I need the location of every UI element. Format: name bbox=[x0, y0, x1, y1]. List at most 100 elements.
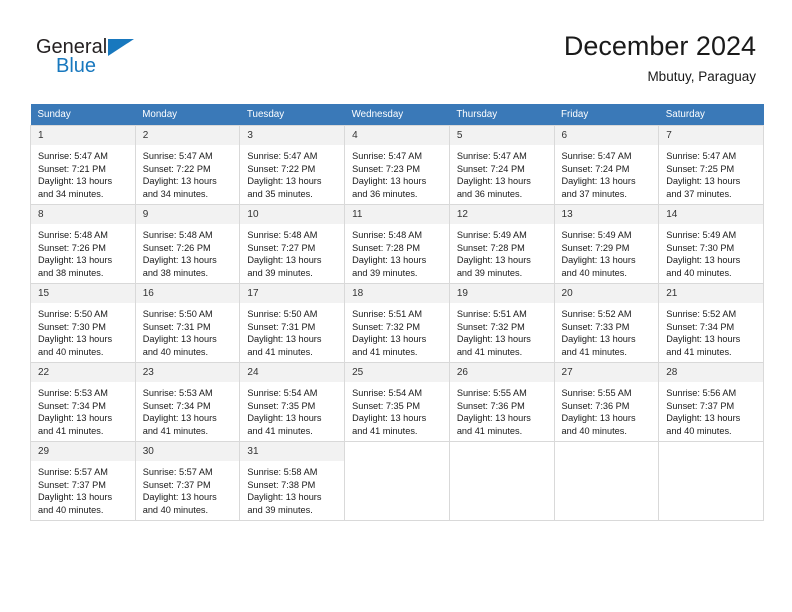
daylight-text-line2: and 40 minutes. bbox=[561, 425, 627, 436]
day-number: 16 bbox=[135, 284, 240, 303]
calendar-day-cell[interactable]: 26 Sunrise: 5:55 AM Sunset: 7:36 PM Dayligh… bbox=[448, 362, 555, 442]
calendar-day-cell[interactable]: 27 Sunrise: 5:55 AM Sunset: 7:36 PM Dayligh… bbox=[553, 362, 660, 442]
daylight-text-line2: and 41 minutes. bbox=[352, 346, 418, 357]
sunset-text: Sunset: 7:22 PM bbox=[247, 163, 316, 174]
daylight-text-line2: and 41 minutes. bbox=[247, 425, 313, 436]
calendar-day-cell[interactable]: 16 Sunrise: 5:50 AM Sunset: 7:31 PM Dayligh… bbox=[134, 283, 241, 363]
general-blue-logo[interactable]: General Blue bbox=[36, 36, 176, 84]
calendar-day-cell[interactable]: 6 Sunrise: 5:47 AM Sunset: 7:24 PM Daylight… bbox=[553, 125, 660, 205]
sunrise-text: Sunrise: 5:50 AM bbox=[247, 309, 318, 319]
daylight-text-line1: Daylight: 13 hours bbox=[142, 492, 217, 503]
day-sun-info: Sunrise: 5:52 AM Sunset: 7:33 PM Daylight:… bbox=[555, 303, 659, 358]
day-number: 5 bbox=[449, 126, 554, 145]
daylight-text-line2: and 40 minutes. bbox=[666, 267, 732, 278]
day-number: 29 bbox=[31, 442, 135, 461]
day-sun-info: Sunrise: 5:48 AM Sunset: 7:26 PM Daylight:… bbox=[136, 224, 240, 279]
day-sun-info: Sunrise: 5:51 AM Sunset: 7:32 PM Daylight:… bbox=[450, 303, 554, 358]
sunrise-text: Sunrise: 5:47 AM bbox=[142, 151, 213, 161]
day-number: 8 bbox=[31, 205, 135, 224]
sunset-text: Sunset: 7:22 PM bbox=[142, 163, 211, 174]
sunrise-text: Sunrise: 5:47 AM bbox=[247, 151, 318, 161]
calendar-day-cell[interactable]: 1 Sunrise: 5:47 AM Sunset: 7:21 PM Daylight… bbox=[30, 125, 136, 205]
day-number: 30 bbox=[135, 442, 240, 461]
page-title: December 2024 bbox=[563, 31, 756, 61]
weekday-header-friday: Friday bbox=[554, 104, 659, 126]
calendar-day-cell[interactable]: 8 Sunrise: 5:48 AM Sunset: 7:26 PM Daylight… bbox=[30, 204, 136, 284]
day-number: 27 bbox=[554, 363, 659, 382]
sunset-text: Sunset: 7:32 PM bbox=[456, 321, 525, 332]
sunrise-text: Sunrise: 5:51 AM bbox=[352, 309, 423, 319]
calendar-day-cell[interactable]: 3 Sunrise: 5:47 AM Sunset: 7:22 PM Daylight… bbox=[239, 125, 346, 205]
daylight-text-line1: Daylight: 13 hours bbox=[666, 413, 741, 424]
weekday-header-monday: Monday bbox=[135, 104, 240, 126]
daylight-text-line2: and 40 minutes. bbox=[666, 425, 732, 436]
daylight-text-line1: Daylight: 13 hours bbox=[38, 176, 113, 187]
calendar-day-cell[interactable]: 31 Sunrise: 5:58 AM Sunset: 7:38 PM Dayligh… bbox=[239, 441, 346, 521]
day-sun-info: Sunrise: 5:47 AM Sunset: 7:22 PM Daylight:… bbox=[136, 145, 240, 200]
calendar-day-cell[interactable]: 20 Sunrise: 5:52 AM Sunset: 7:33 PM Dayligh… bbox=[553, 283, 660, 363]
calendar-week-row: 22 Sunrise: 5:53 AM Sunset: 7:34 PM Dayligh… bbox=[30, 362, 764, 442]
daylight-text-line1: Daylight: 13 hours bbox=[38, 413, 113, 424]
daylight-text-line2: and 41 minutes. bbox=[456, 425, 523, 436]
calendar-day-cell[interactable]: 21 Sunrise: 5:52 AM Sunset: 7:34 PM Dayligh… bbox=[658, 283, 764, 363]
sunset-text: Sunset: 7:32 PM bbox=[352, 321, 421, 332]
calendar-day-cell[interactable]: 23 Sunrise: 5:53 AM Sunset: 7:34 PM Dayligh… bbox=[134, 362, 241, 442]
sunrise-text: Sunrise: 5:49 AM bbox=[666, 230, 737, 240]
calendar-day-cell[interactable]: 24 Sunrise: 5:54 AM Sunset: 7:35 PM Dayligh… bbox=[239, 362, 346, 442]
calendar-day-cell[interactable]: 12 Sunrise: 5:49 AM Sunset: 7:28 PM Dayligh… bbox=[448, 204, 555, 284]
calendar-grid: Sunday Monday Tuesday Wednesday Thursday… bbox=[30, 104, 764, 521]
day-sun-info: Sunrise: 5:50 AM Sunset: 7:31 PM Daylight:… bbox=[240, 303, 344, 358]
sunset-text: Sunset: 7:37 PM bbox=[666, 400, 735, 411]
day-sun-info: Sunrise: 5:47 AM Sunset: 7:21 PM Daylight:… bbox=[31, 145, 135, 200]
calendar-day-cell[interactable]: 15 Sunrise: 5:50 AM Sunset: 7:30 PM Dayligh… bbox=[30, 283, 136, 363]
calendar-day-cell[interactable]: 28 Sunrise: 5:56 AM Sunset: 7:37 PM Dayligh… bbox=[658, 362, 764, 442]
daylight-text-line1: Daylight: 13 hours bbox=[142, 334, 217, 345]
daylight-text-line2: and 39 minutes. bbox=[247, 504, 313, 515]
calendar-day-cell[interactable]: 5 Sunrise: 5:47 AM Sunset: 7:24 PM Daylight… bbox=[448, 125, 555, 205]
daylight-text-line2: and 36 minutes. bbox=[456, 188, 523, 199]
sunrise-text: Sunrise: 5:58 AM bbox=[247, 467, 318, 477]
day-sun-info: Sunrise: 5:55 AM Sunset: 7:36 PM Daylight:… bbox=[555, 382, 659, 437]
calendar-day-cell[interactable]: 14 Sunrise: 5:49 AM Sunset: 7:30 PM Dayligh… bbox=[658, 204, 764, 284]
sunset-text: Sunset: 7:28 PM bbox=[456, 242, 525, 253]
day-number: 1 bbox=[31, 126, 135, 145]
daylight-text-line2: and 34 minutes. bbox=[38, 188, 104, 199]
daylight-text-line2: and 39 minutes. bbox=[352, 267, 418, 278]
calendar-day-cell[interactable]: 9 Sunrise: 5:48 AM Sunset: 7:26 PM Daylight… bbox=[134, 204, 241, 284]
calendar-day-cell[interactable]: 11 Sunrise: 5:48 AM Sunset: 7:28 PM Dayligh… bbox=[344, 204, 450, 284]
calendar-day-cell[interactable]: 17 Sunrise: 5:50 AM Sunset: 7:31 PM Dayligh… bbox=[239, 283, 346, 363]
sunrise-text: Sunrise: 5:55 AM bbox=[456, 388, 527, 398]
daylight-text-line1: Daylight: 13 hours bbox=[247, 334, 322, 345]
sunrise-text: Sunrise: 5:48 AM bbox=[38, 230, 108, 240]
daylight-text-line1: Daylight: 13 hours bbox=[247, 413, 322, 424]
calendar-day-cell[interactable]: 4 Sunrise: 5:47 AM Sunset: 7:23 PM Daylight… bbox=[344, 125, 450, 205]
day-number: 28 bbox=[659, 363, 763, 382]
day-sun-info: Sunrise: 5:50 AM Sunset: 7:31 PM Daylight:… bbox=[136, 303, 240, 358]
calendar-day-cell[interactable]: 18 Sunrise: 5:51 AM Sunset: 7:32 PM Dayligh… bbox=[344, 283, 450, 363]
sunrise-text: Sunrise: 5:47 AM bbox=[38, 151, 108, 161]
calendar-day-cell[interactable]: 30 Sunrise: 5:57 AM Sunset: 7:37 PM Dayligh… bbox=[134, 441, 241, 521]
sunrise-text: Sunrise: 5:47 AM bbox=[456, 151, 527, 161]
calendar-day-cell[interactable]: 19 Sunrise: 5:51 AM Sunset: 7:32 PM Dayligh… bbox=[448, 283, 555, 363]
day-number: 12 bbox=[449, 205, 554, 224]
calendar-day-cell[interactable]: 2 Sunrise: 5:47 AM Sunset: 7:22 PM Daylight… bbox=[134, 125, 241, 205]
calendar-day-cell[interactable]: 22 Sunrise: 5:53 AM Sunset: 7:34 PM Dayligh… bbox=[30, 362, 136, 442]
daylight-text-line2: and 40 minutes. bbox=[38, 504, 104, 515]
sunrise-text: Sunrise: 5:52 AM bbox=[666, 309, 737, 319]
calendar-day-cell[interactable]: 10 Sunrise: 5:48 AM Sunset: 7:27 PM Dayligh… bbox=[239, 204, 346, 284]
calendar-day-cell[interactable]: 25 Sunrise: 5:54 AM Sunset: 7:35 PM Dayligh… bbox=[344, 362, 450, 442]
daylight-text-line2: and 37 minutes. bbox=[561, 188, 627, 199]
calendar-day-cell[interactable]: 7 Sunrise: 5:47 AM Sunset: 7:25 PM Daylight… bbox=[658, 125, 764, 205]
calendar-week-row: 15 Sunrise: 5:50 AM Sunset: 7:30 PM Dayligh… bbox=[30, 283, 764, 363]
sunset-text: Sunset: 7:34 PM bbox=[666, 321, 735, 332]
calendar-day-cell[interactable]: 13 Sunrise: 5:49 AM Sunset: 7:29 PM Dayligh… bbox=[553, 204, 660, 284]
calendar-day-cell[interactable]: 29 Sunrise: 5:57 AM Sunset: 7:37 PM Dayligh… bbox=[30, 441, 136, 521]
sunrise-text: Sunrise: 5:48 AM bbox=[352, 230, 423, 240]
day-sun-info: Sunrise: 5:48 AM Sunset: 7:26 PM Daylight:… bbox=[31, 224, 135, 279]
daylight-text-line2: and 40 minutes. bbox=[142, 504, 209, 515]
day-number: 18 bbox=[345, 284, 449, 303]
calendar-cell-empty bbox=[344, 441, 450, 521]
sunset-text: Sunset: 7:23 PM bbox=[352, 163, 421, 174]
daylight-text-line2: and 39 minutes. bbox=[247, 267, 313, 278]
sunrise-text: Sunrise: 5:50 AM bbox=[38, 309, 108, 319]
